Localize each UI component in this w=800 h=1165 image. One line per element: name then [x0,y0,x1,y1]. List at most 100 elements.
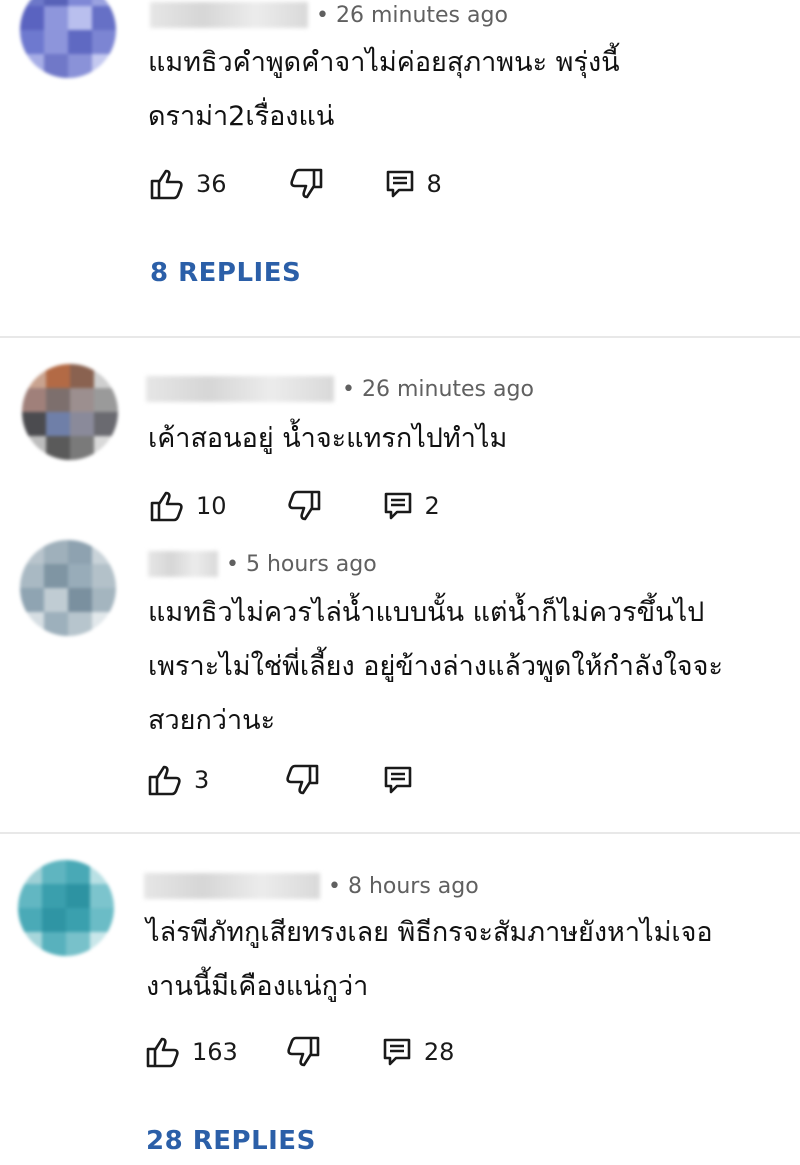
author-name-blurred[interactable] [148,551,218,577]
avatar-pixel [46,388,70,412]
avatar-pixel [68,612,92,636]
reply-button[interactable]: 8 [385,169,442,199]
avatar-pixel [68,30,92,54]
avatar-pixel [70,436,94,460]
avatar-pixel [94,436,118,460]
avatar-pixel [92,30,116,54]
avatar-pixel [18,932,42,956]
comment-line: สวยกว่านะ [148,705,276,736]
dislike-button[interactable] [286,1036,320,1068]
dislike-button[interactable] [287,490,321,522]
avatar-pixel [22,412,46,436]
timestamp: • 8 hours ago [328,873,479,899]
comment-actions: 163 28 [146,1036,454,1068]
avatar-pixel [92,6,116,30]
avatar-pixel [20,588,44,612]
avatar-pixel [90,860,114,884]
avatar-pixel [90,908,114,932]
avatar-pixel [70,364,94,388]
timestamp: • 26 minutes ago [342,376,534,402]
avatar-pixel [70,388,94,412]
author-name-blurred[interactable] [146,376,334,402]
thumbs-down-icon [289,168,322,199]
author-name-blurred[interactable] [144,873,320,899]
avatar-pixel [90,884,114,908]
avatar-pixel [66,884,90,908]
like-button[interactable]: 10 [150,490,227,522]
avatar-pixel [42,860,66,884]
comment-meta: • 5 hours ago [148,551,377,577]
comment-line: แมทธิวคำพูดคำจาไม่ค่อยสุภาพนะ พรุ่งนี้ [148,47,620,78]
avatar-pixel [68,54,92,78]
like-count: 163 [192,1038,238,1066]
avatar-pixel [42,932,66,956]
avatar-pixel [94,412,118,436]
avatar-pixel [22,364,46,388]
like-button[interactable]: 36 [150,168,227,200]
dislike-button[interactable] [285,764,319,796]
thumbs-up-icon [150,169,183,200]
comment-line: ไล่รพีภัทกูเสียทรงเลย พิธีกรจะสัมภาษยังห… [146,917,713,948]
avatar-pixel [46,412,70,436]
avatar-pixel [20,6,44,30]
comment-line: ดราม่า2เรื่องแน่ [148,101,335,132]
timestamp: • 5 hours ago [226,551,377,577]
avatar-pixel [68,588,92,612]
avatar-pixel [18,884,42,908]
avatar-pixel [42,884,66,908]
reply-count: 8 [426,170,442,198]
avatar-pixel [66,908,90,932]
comment-actions: 3 [148,764,413,796]
avatar-pixel [92,588,116,612]
reply-button[interactable] [383,765,413,795]
like-count: 3 [194,766,210,794]
comment-actions: 10 2 [150,490,440,522]
comment-meta: • 26 minutes ago [150,2,508,28]
avatar-pixel [44,588,68,612]
comment-text: แมทธิวคำพูดคำจาไม่ค่อยสุภาพนะ พรุ่งนี้ ด… [148,36,620,144]
avatar-pixel [94,388,118,412]
author-name-blurred[interactable] [150,2,308,28]
reply-icon [384,766,412,794]
avatar-pixel [44,54,68,78]
comment-line: งานนี้มีเคืองแน่กูว่า [146,971,369,1002]
like-count: 36 [196,170,227,198]
avatar-pixel [44,30,68,54]
avatar-pixel [66,932,90,956]
avatar-pixel [44,564,68,588]
avatar[interactable] [20,540,116,636]
avatar-pixel [46,364,70,388]
like-button[interactable]: 163 [146,1036,238,1068]
avatar-pixel [22,436,46,460]
avatar-pixel [46,436,70,460]
view-replies-link[interactable]: 8 REPLIES [150,258,301,288]
avatar[interactable] [18,860,114,956]
avatar-pixel [92,564,116,588]
avatar-pixel [70,412,94,436]
avatar-pixel [92,540,116,564]
reply-button[interactable]: 28 [382,1037,454,1067]
avatar-pixel [20,612,44,636]
reply-button[interactable]: 2 [383,491,440,521]
comment-meta: • 26 minutes ago [146,376,534,402]
comment-text: ไล่รพีภัทกูเสียทรงเลย พิธีกรจะสัมภาษยังห… [146,906,713,1014]
avatar-pixel [44,612,68,636]
like-button[interactable]: 3 [148,764,209,796]
dislike-button[interactable] [289,168,323,200]
avatar-pixel [92,54,116,78]
avatar-pixel [90,932,114,956]
avatar-pixel [66,860,90,884]
avatar-pixel [44,6,68,30]
avatar[interactable] [22,364,118,460]
avatar-pixel [68,564,92,588]
view-replies-link[interactable]: 28 REPLIES [146,1126,316,1156]
avatar[interactable] [20,0,116,78]
avatar-pixel [42,908,66,932]
like-count: 10 [196,492,227,520]
comment-line: แมทธิวไม่ควรไล่น้ำแบบนั้น แต่น้ำก็ไม่ควร… [148,597,705,628]
avatar-pixel [18,908,42,932]
divider [0,336,800,338]
reply-count: 2 [424,492,440,520]
comment-line: เค้าสอนอยู่ น้ำจะแทรกไปทำไม [148,423,508,454]
thumbs-down-icon [287,1036,320,1067]
